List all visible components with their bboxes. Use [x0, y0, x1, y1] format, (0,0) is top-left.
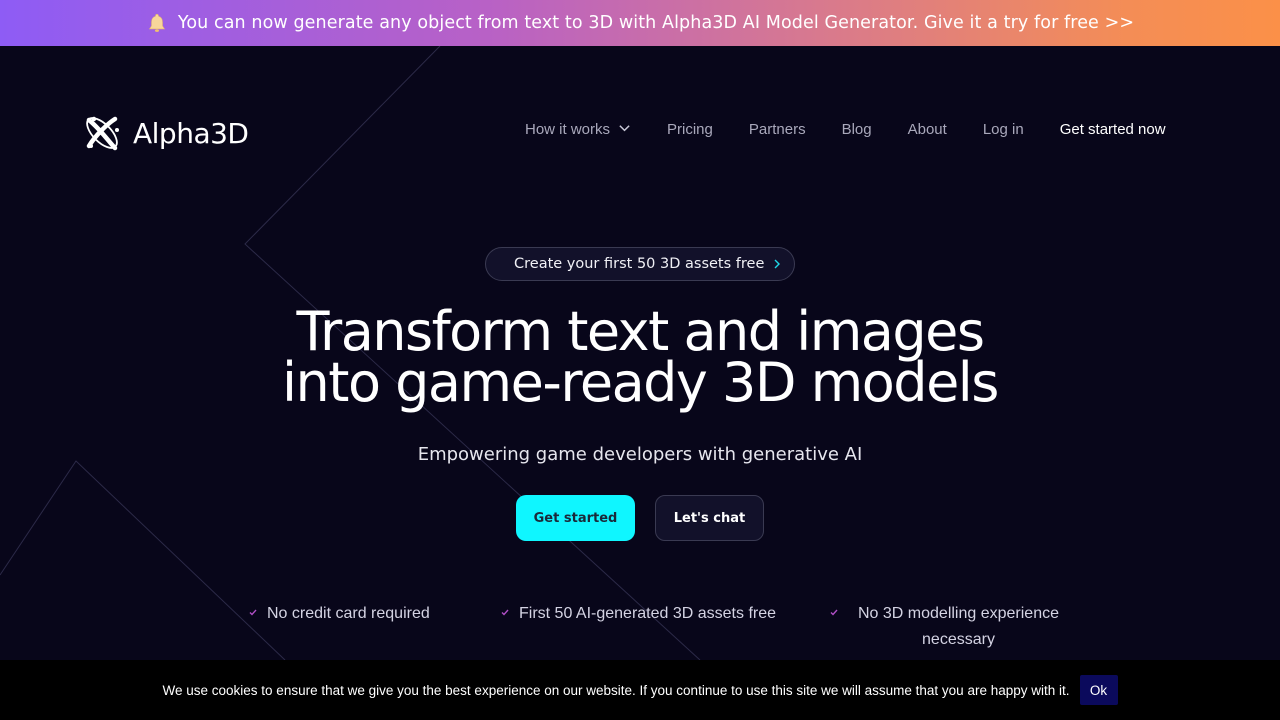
check-icon: [249, 609, 257, 616]
check-icon: [830, 609, 838, 616]
feature-text: No 3D modelling experience necessary: [858, 605, 1059, 648]
nav-how-it-works[interactable]: How it works: [525, 121, 631, 138]
decor-line-lower: [0, 460, 286, 661]
headline-line-2: into game-ready 3D models: [282, 351, 999, 414]
lets-chat-button[interactable]: Let's chat: [655, 495, 764, 541]
hero-headline: Transform text and images into game-read…: [0, 300, 1280, 414]
feature-item: First 50 AI-generated 3D assets free: [500, 601, 776, 627]
chevron-right-icon: [774, 259, 780, 269]
nav-partners[interactable]: Partners: [749, 121, 806, 138]
hero-subheadline: Empowering game developers with generati…: [417, 444, 863, 465]
chevron-down-icon: [619, 124, 630, 131]
announcement-banner[interactable]: You can now generate any object from tex…: [0, 0, 1280, 46]
nav-get-started-now[interactable]: Get started now: [1060, 121, 1166, 138]
feature-item: No 3D modelling experience necessary: [829, 601, 1069, 653]
feature-text: No credit card required: [267, 605, 430, 622]
bell-icon: [148, 14, 165, 32]
alpha3d-logo[interactable]: Alpha3D: [81, 112, 249, 154]
nav-about[interactable]: About: [908, 121, 947, 138]
cookie-ok-button[interactable]: Ok: [1079, 675, 1118, 705]
alpha3d-logo-icon: [86, 116, 119, 151]
announcement-text: You can now generate any object from tex…: [177, 13, 1135, 33]
check-icon: [501, 609, 509, 616]
nav-log-in[interactable]: Log in: [983, 121, 1024, 138]
feature-text: First 50 AI-generated 3D assets free: [519, 605, 777, 622]
free-assets-pill-link[interactable]: Create your first 50 3D assets free: [485, 247, 795, 281]
pill-label: Create your first 50 3D assets free: [514, 256, 765, 272]
feature-item: No credit card required: [248, 601, 430, 627]
cookie-text: We use cookies to ensure that we give yo…: [162, 682, 1070, 698]
cookie-consent-banner: We use cookies to ensure that we give yo…: [0, 660, 1280, 720]
get-started-button[interactable]: Get started: [516, 495, 635, 541]
headline-line-1: Transform text and images: [296, 300, 985, 363]
nav-how-it-works-label: How it works: [525, 121, 611, 138]
nav-pricing[interactable]: Pricing: [667, 121, 713, 138]
main-navigation: How it works Pricing Partners Blog About…: [525, 121, 1166, 138]
logo-text: Alpha3D: [133, 116, 249, 150]
nav-blog[interactable]: Blog: [842, 121, 872, 138]
